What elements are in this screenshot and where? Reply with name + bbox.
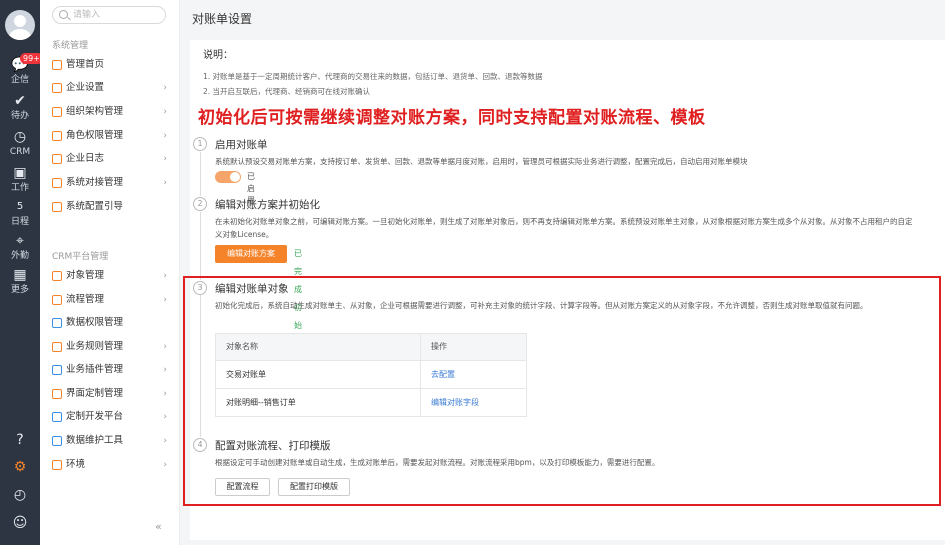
sidebar-item-plugins[interactable]: 业务插件管理 › <box>40 359 179 381</box>
link-icon <box>52 178 62 188</box>
step-description: 系统默认预设交易对账单方案，支持按订单、发货单、回款、退款等单据月度对账，启用时… <box>215 157 748 166</box>
chevron-right-icon: › <box>163 365 167 375</box>
annotation-text: 初始化后可按需继续调整对账方案，同时支持配置对账流程、模板 <box>198 108 706 128</box>
search-input[interactable]: 请输入 <box>52 6 166 24</box>
sidebar-item-roles[interactable]: 角色权限管理 › <box>40 125 179 147</box>
history-icon[interactable]: ◴ <box>0 484 40 506</box>
rail-item-more[interactable]: ▦ 更多 <box>0 266 40 300</box>
collapse-sidebar-icon[interactable]: « <box>155 520 162 533</box>
timeline-line <box>200 212 201 280</box>
section-title-system: 系统管理 <box>52 41 89 51</box>
search-icon <box>59 10 68 19</box>
sidebar-item-environment[interactable]: 环境 › <box>40 454 179 476</box>
briefcase-icon: ▣ <box>13 165 27 181</box>
note-line: 1. 对账单是基于一定周期统计客户、代理商的交易往来的数据，包括订单、退货单、回… <box>203 72 543 81</box>
layout-icon <box>52 389 62 399</box>
location-icon: ⌖ <box>16 233 24 249</box>
rail-item-qixin[interactable]: 💬 企信 99+ <box>0 53 43 90</box>
chevron-right-icon: › <box>163 83 167 93</box>
code-icon <box>52 412 62 422</box>
chevron-right-icon: › <box>163 295 167 305</box>
sidebar-item-objects[interactable]: 对象管理 › <box>40 265 179 287</box>
org-chart-icon <box>52 107 62 117</box>
settings-icon[interactable]: ⚙ <box>0 456 40 478</box>
rule-icon <box>52 342 62 352</box>
database-icon <box>52 436 62 446</box>
chevron-right-icon: › <box>163 271 167 281</box>
highlight-box <box>183 276 941 506</box>
object-icon <box>52 271 62 281</box>
guide-icon <box>52 202 62 212</box>
check-icon: ✔ <box>14 93 26 109</box>
chevron-right-icon: › <box>163 154 167 164</box>
notes: 说明： 1. 对账单是基于一定周期统计客户、代理商的交易往来的数据，包括订单、退… <box>203 46 943 99</box>
avatar[interactable] <box>5 10 35 40</box>
sidebar-item-data-tools[interactable]: 数据维护工具 › <box>40 430 179 452</box>
sidebar-item-org[interactable]: 组织架构管理 › <box>40 101 179 123</box>
timeline-line <box>200 152 201 196</box>
sidebar-item-business-rules[interactable]: 业务规则管理 › <box>40 336 179 358</box>
rail-item-crm[interactable]: ◷ CRM <box>0 128 40 162</box>
note-line: 2. 当开启互联后，代理商、经销商可在线对账确认 <box>203 87 371 96</box>
app-rail: 💬 企信 99+ ✔ 待办 ◷ CRM ▣ 工作 5 日程 ⌖ 外勤 ▦ 更多 … <box>0 0 43 545</box>
chevron-right-icon: › <box>163 460 167 470</box>
step-title: 编辑对账方案并初始化 <box>215 199 320 211</box>
section-title-crm: CRM平台管理 <box>52 252 109 262</box>
environment-icon <box>52 460 62 470</box>
chevron-right-icon: › <box>163 342 167 352</box>
chevron-right-icon: › <box>163 436 167 446</box>
chevron-right-icon: › <box>163 178 167 188</box>
grid-icon: ▦ <box>13 267 27 283</box>
sidebar-item-integration[interactable]: 系统对接管理 › <box>40 172 179 194</box>
chevron-right-icon: › <box>163 131 167 141</box>
building-icon <box>52 83 62 93</box>
sidebar-item-process[interactable]: 流程管理 › <box>40 289 179 311</box>
rail-item-field[interactable]: ⌖ 外勤 <box>0 232 40 266</box>
log-icon <box>52 154 62 164</box>
home-icon <box>52 60 62 70</box>
sidebar-item-ui-custom[interactable]: 界面定制管理 › <box>40 383 179 405</box>
enable-toggle[interactable] <box>215 171 241 183</box>
sidebar-item-admin-home[interactable]: 管理首页 <box>40 54 179 76</box>
admin-sidebar: 请输入 系统管理 管理首页 企业设置 › 组织架构管理 › 角色权限管理 › 企… <box>40 0 180 545</box>
edit-plan-button[interactable]: 编辑对账方案 <box>215 245 287 263</box>
rail-item-schedule[interactable]: 5 日程 <box>0 198 40 232</box>
process-icon <box>52 295 62 305</box>
user-switch-icon[interactable]: ☺ <box>0 512 40 534</box>
step-number: 2 <box>193 197 207 211</box>
plugin-icon <box>52 365 62 375</box>
notes-heading: 说明： <box>203 50 233 61</box>
page-title: 对账单设置 <box>192 12 253 26</box>
sidebar-item-logs[interactable]: 企业日志 › <box>40 148 179 170</box>
permission-icon <box>52 318 62 328</box>
sidebar-item-company-settings[interactable]: 企业设置 › <box>40 77 179 99</box>
clock-icon: ◷ <box>13 129 27 145</box>
sidebar-item-data-permissions[interactable]: 数据权限管理 <box>40 312 179 334</box>
step-number: 1 <box>193 137 207 151</box>
rail-item-todo[interactable]: ✔ 待办 <box>0 92 40 126</box>
calendar-icon: 5 <box>16 201 24 212</box>
chevron-right-icon: › <box>163 412 167 422</box>
sidebar-item-config-guide[interactable]: 系统配置引导 <box>40 196 179 218</box>
help-icon[interactable]: ? <box>0 429 40 451</box>
chevron-right-icon: › <box>163 107 167 117</box>
sidebar-item-dev-platform[interactable]: 定制开发平台 › <box>40 406 179 428</box>
step-title: 启用对账单 <box>215 139 268 151</box>
role-icon <box>52 131 62 141</box>
step-description: 在未初始化对账单对象之前，可编辑对账方案。一旦初始化对账单，则生成了对账单对象后… <box>215 217 913 239</box>
chevron-right-icon: › <box>163 389 167 399</box>
rail-item-work[interactable]: ▣ 工作 <box>0 164 40 198</box>
